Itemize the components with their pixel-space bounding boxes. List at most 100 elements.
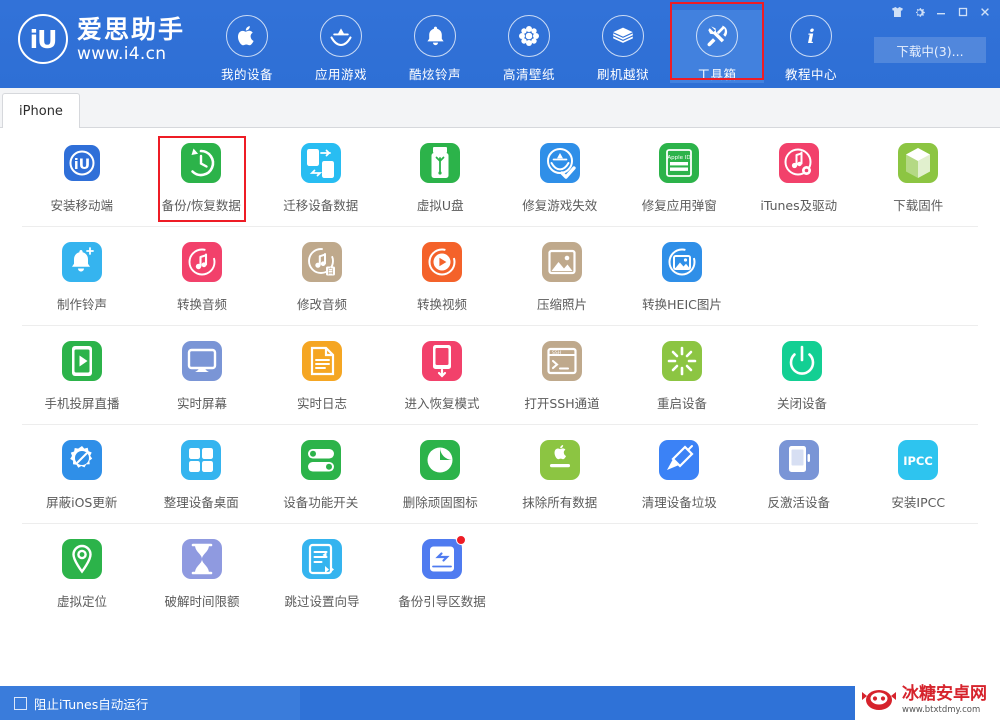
tool-item-power-off[interactable]: 关闭设备: [742, 340, 862, 414]
tool-item-feature-toggle[interactable]: 设备功能开关: [261, 439, 381, 513]
nav-item-3[interactable]: 酷炫铃声: [388, 10, 482, 83]
tool-item-label: 清理设备垃圾: [641, 495, 717, 510]
tool-item-edit-audio[interactable]: 自修改音频: [262, 241, 382, 315]
nav-item-label: 酷炫铃声: [408, 67, 461, 82]
tool-item-label: 破解时间限额: [164, 594, 240, 609]
device-migrate-icon: [300, 142, 342, 184]
backup-boot-icon: [421, 535, 466, 580]
tool-item-virtual-location[interactable]: 虚拟定位: [22, 538, 142, 612]
tool-item-i4-app[interactable]: iU 安装移动端: [22, 142, 142, 216]
tool-item-recovery-mode[interactable]: 进入恢复模式: [382, 340, 502, 414]
tab-strip: iPhone: [0, 88, 1000, 128]
app-window: iU 爱思助手 www.i4.cn 我的设备 应用游戏 酷炫铃声 高清壁纸 刷机越狱 工具…: [0, 0, 1000, 720]
tool-item-compress-photo[interactable]: 压缩照片: [502, 241, 622, 315]
tool-item-appstore-fix[interactable]: 修复游戏失效: [500, 142, 620, 216]
skin-icon[interactable]: [886, 2, 908, 22]
nav-item-label: 刷机越狱: [596, 67, 649, 82]
info-icon: i: [790, 15, 832, 57]
nav-item-5[interactable]: 刷机越狱: [576, 10, 670, 83]
tool-item-usb-drive[interactable]: 虚拟U盘: [381, 142, 501, 216]
tool-item-label: 安装移动端: [50, 198, 113, 213]
tool-item-convert-audio[interactable]: 转换音频: [142, 241, 262, 315]
tool-item-label: 跳过设置向导: [284, 594, 360, 609]
tab-iphone[interactable]: iPhone: [2, 93, 80, 128]
tool-item-convert-video[interactable]: 转换视频: [382, 241, 502, 315]
tool-item-label: 整理设备桌面: [163, 495, 239, 510]
screen-cast-icon: [61, 340, 103, 382]
live-log-icon: [301, 340, 343, 382]
tool-item-erase-all[interactable]: 抹除所有数据: [500, 439, 620, 513]
maximize-icon[interactable]: [952, 2, 974, 22]
tool-item-label: 屏蔽iOS更新: [46, 495, 118, 510]
convert-heic-icon: [661, 241, 703, 283]
tool-item-label: 关闭设备: [776, 396, 827, 411]
nav-item-7[interactable]: i 教程中心: [764, 10, 858, 83]
wrench-icon: [696, 15, 738, 57]
tool-item-label: 反激活设备: [767, 495, 830, 510]
brand-mark: iU: [18, 14, 68, 64]
box-open-icon: [602, 15, 644, 57]
minimize-icon[interactable]: [930, 2, 952, 22]
download-status-button[interactable]: 下载中(3)...: [874, 37, 986, 63]
tool-item-ipcc[interactable]: IPCC 安装IPCC: [859, 439, 979, 513]
tool-row: 虚拟定位 破解时间限额 跳过设置向导 备份引导区数据: [22, 524, 978, 622]
tool-item-clean-junk[interactable]: 清理设备垃圾: [620, 439, 740, 513]
nav-item-label: 教程中心: [784, 67, 837, 82]
nav-item-4[interactable]: 高清壁纸: [482, 10, 576, 83]
notification-badge: [456, 535, 466, 545]
tool-item-hourglass[interactable]: 破解时间限额: [142, 538, 262, 612]
tool-item-label: 修改音频: [296, 297, 347, 312]
tool-item-live-screen[interactable]: 实时屏幕: [142, 340, 262, 414]
tool-row: 手机投屏直播 实时屏幕 实时日志 进入恢复模式 SSH 打开SSH通道 重启设备 关闭设备: [22, 326, 978, 425]
tool-item-firmware-cube[interactable]: 下载固件: [859, 142, 979, 216]
tool-item-block-update[interactable]: 屏蔽iOS更新: [22, 439, 142, 513]
block-itunes-checkbox[interactable]: [14, 696, 27, 710]
clean-junk-icon: [658, 439, 700, 481]
close-icon[interactable]: [974, 2, 996, 22]
apple-id-icon: Apple ID: [658, 142, 700, 184]
watermark-url: www.btxtdmy.com: [902, 704, 981, 715]
tool-item-ssh-terminal[interactable]: SSH 打开SSH通道: [502, 340, 622, 414]
compress-photo-icon: [541, 241, 583, 283]
tool-item-label: 备份/恢复数据: [161, 198, 241, 213]
tool-item-reboot[interactable]: 重启设备: [622, 340, 742, 414]
make-ringtone-icon: [61, 241, 103, 283]
backup-restore-icon: [180, 142, 222, 184]
nav-item-1[interactable]: 我的设备: [200, 10, 294, 83]
tool-item-delete-icon[interactable]: 删除顽固图标: [381, 439, 501, 513]
tool-item-label: 进入恢复模式: [404, 396, 480, 411]
tool-item-label: 实时屏幕: [176, 396, 227, 411]
tool-item-deactivate[interactable]: 反激活设备: [739, 439, 859, 513]
gear-icon[interactable]: [908, 2, 930, 22]
nav-item-label: 高清壁纸: [502, 67, 555, 82]
tool-item-live-log[interactable]: 实时日志: [262, 340, 382, 414]
tool-item-make-ringtone[interactable]: 制作铃声: [22, 241, 142, 315]
nav-item-2[interactable]: 应用游戏: [294, 10, 388, 83]
tool-item-arrange-desktop[interactable]: 整理设备桌面: [142, 439, 262, 513]
tool-item-device-migrate[interactable]: 迁移设备数据: [261, 142, 381, 216]
block-itunes-row[interactable]: 阻止iTunes自动运行: [0, 686, 300, 720]
tool-item-apple-id[interactable]: Apple ID 修复应用弹窗: [620, 142, 740, 216]
tool-item-itunes-driver[interactable]: iTunes及驱动: [739, 142, 859, 216]
tool-item-backup-boot[interactable]: 备份引导区数据: [382, 535, 502, 612]
itunes-driver-icon: [778, 142, 820, 184]
tool-item-label: 迁移设备数据: [283, 198, 359, 213]
nav-item-6[interactable]: 工具箱: [670, 2, 764, 83]
tool-item-label: 打开SSH通道: [524, 396, 600, 411]
tool-item-convert-heic[interactable]: 转换HEIC图片: [622, 241, 742, 315]
tool-item-label: 转换HEIC图片: [642, 297, 722, 312]
nav-item-label: 应用游戏: [314, 67, 367, 82]
tool-item-label: 虚拟定位: [56, 594, 107, 609]
hourglass-icon: [181, 538, 223, 580]
virtual-location-icon: [61, 538, 103, 580]
tool-row: iU 安装移动端 备份/恢复数据 迁移设备数据 虚拟U盘 修复游戏失效 Apple ID 修复…: [22, 128, 978, 227]
tool-item-skip-setup[interactable]: 跳过设置向导: [262, 538, 382, 612]
delete-icon-icon: [419, 439, 461, 481]
block-update-icon: [61, 439, 103, 481]
i4-app-icon: iU: [61, 142, 103, 184]
tool-item-screen-cast[interactable]: 手机投屏直播: [22, 340, 142, 414]
tool-item-label: 修复应用弹窗: [641, 198, 717, 213]
flower-icon: [508, 15, 550, 57]
tool-item-label: 压缩照片: [536, 297, 587, 312]
tool-item-backup-restore[interactable]: 备份/恢复数据: [142, 136, 262, 222]
